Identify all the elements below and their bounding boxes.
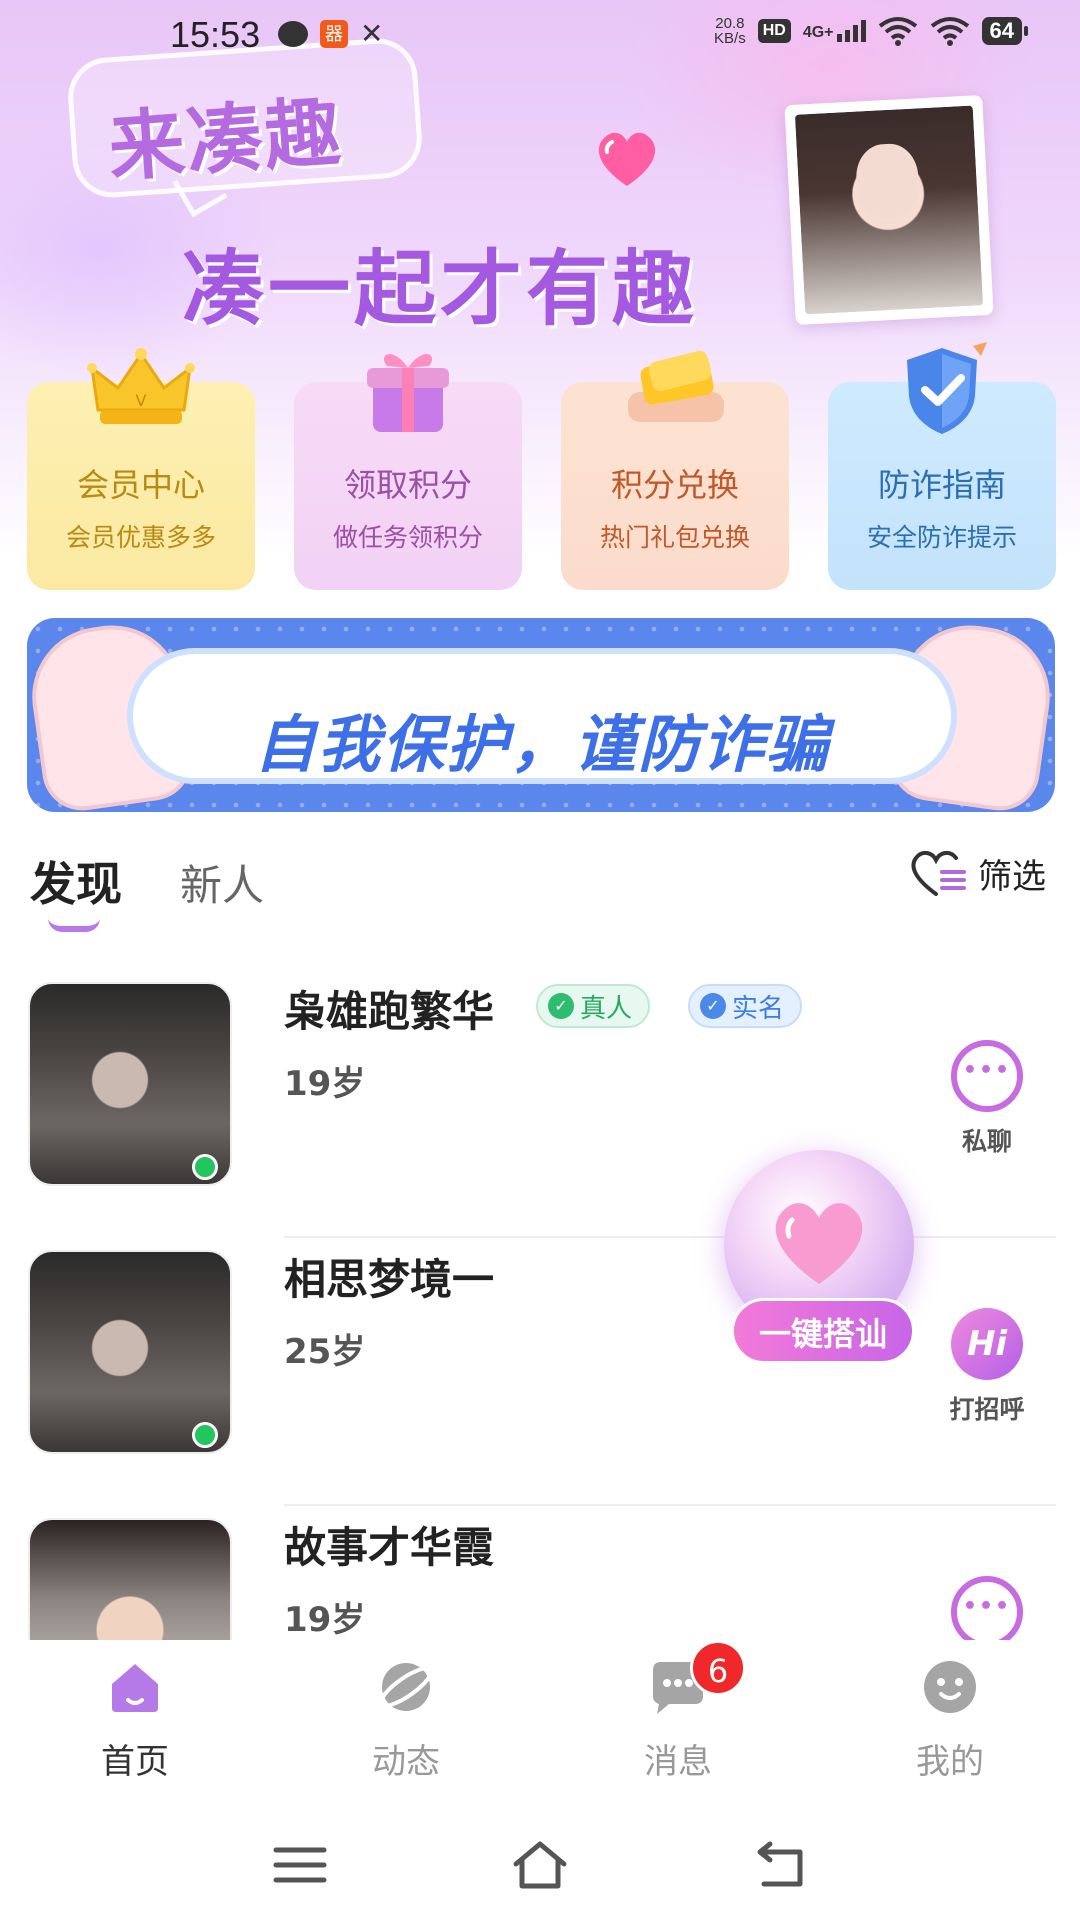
nav-mine[interactable]: 我的 [870, 1656, 1030, 1783]
action-label: 私聊 [961, 1127, 1012, 1156]
tools-icon: ✕ [360, 18, 384, 49]
heart-filter-icon [911, 851, 966, 896]
feature-card-membership[interactable]: V 会员中心 会员优惠多多 [27, 348, 255, 590]
badge-label: 真人 [580, 993, 633, 1024]
feature-subtitle: 会员优惠多多 [65, 523, 216, 552]
online-indicator [192, 1422, 218, 1448]
list-item[interactable]: 枭雄跑繁华 ✓ 真人 ✓ 实名 19岁 私聊 [0, 970, 1080, 1238]
hero-photo-card [784, 94, 994, 326]
svg-text:V: V [136, 391, 147, 410]
filter-button[interactable]: 筛选 [908, 848, 1046, 898]
speed-unit: KB/s [714, 30, 746, 47]
verified-badge: ✓ 实名 [688, 984, 803, 1028]
wifi-icon [878, 17, 917, 46]
heart-icon [775, 1203, 863, 1284]
chat-bubble-icon [951, 1040, 1023, 1112]
feature-title: 积分兑换 [610, 466, 739, 504]
tab-new[interactable]: 新人 [180, 852, 264, 913]
user-name: 故事才华霞 [284, 1523, 495, 1572]
user-age: 19岁 [284, 1064, 366, 1104]
user-age: 25岁 [284, 1332, 366, 1372]
bottom-navigation: 首页 动态 消息 我的 [0, 1640, 1080, 1790]
home-icon [112, 1664, 158, 1712]
wifi-icon [930, 17, 969, 46]
private-chat-button[interactable]: 私聊 [932, 1040, 1042, 1158]
greet-button[interactable]: Hi 打招呼 [932, 1308, 1042, 1426]
private-chat-button[interactable] [932, 1576, 1042, 1640]
feature-subtitle: 安全防诈提示 [866, 523, 1017, 552]
real-person-badge: ✓ 真人 [536, 984, 651, 1028]
feature-title: 会员中心 [76, 466, 205, 504]
home-button-icon[interactable] [510, 1840, 570, 1890]
heart-icon [598, 132, 656, 186]
feature-subtitle: 做任务领积分 [332, 523, 483, 552]
hi-icon: Hi [951, 1308, 1023, 1380]
avatar[interactable] [28, 1518, 232, 1640]
nav-home[interactable]: 首页 [55, 1656, 215, 1783]
status-time: 15:53 [170, 14, 261, 55]
tab-discover[interactable]: 发现 [30, 848, 122, 914]
network-type: 4G+ [802, 24, 834, 41]
app-notification-icon: 器 [320, 20, 348, 48]
check-icon: ✓ [548, 993, 574, 1019]
banner-panel: 自我保护，谨防诈骗 [127, 648, 957, 784]
status-right-icons: 20.8 KB/s HD 4G+ 64 [714, 16, 1029, 46]
system-navigation-bar [0, 1790, 1080, 1920]
banner-text: 自我保护，谨防诈骗 [253, 708, 830, 781]
feature-title: 防诈指南 [877, 466, 1006, 504]
online-indicator [192, 1154, 218, 1180]
back-icon[interactable] [750, 1840, 810, 1890]
nav-label: 我的 [916, 1742, 984, 1782]
quick-chat-button[interactable]: 一键搭讪 [731, 1298, 915, 1364]
status-notification-icons: 器 ✕ [278, 20, 383, 48]
hero-title: 来凑趣 [105, 86, 346, 193]
anti-fraud-banner[interactable]: 自我保护，谨防诈骗 [27, 618, 1055, 812]
menu-icon[interactable] [270, 1840, 330, 1890]
filter-label: 筛选 [978, 856, 1046, 897]
gift-icon [367, 354, 449, 432]
crown-icon: V [87, 348, 195, 424]
action-label: 打招呼 [949, 1395, 1025, 1424]
user-name: 枭雄跑繁华 [284, 987, 495, 1036]
feature-subtitle: 热门礼包兑换 [599, 523, 750, 552]
cellular-signal-icon: 4G+ [803, 20, 866, 42]
coupon-icon [628, 350, 724, 422]
check-icon: ✓ [700, 993, 726, 1019]
user-age: 19岁 [284, 1600, 366, 1640]
planet-icon [378, 1663, 434, 1711]
list-item[interactable]: 故事才华霞 19岁 [0, 1506, 1080, 1640]
nav-label: 动态 [372, 1742, 440, 1782]
list-item[interactable]: 相思梦境一 25岁 Hi 打招呼 [0, 1238, 1080, 1506]
tab-active-indicator [48, 918, 100, 932]
nav-moments[interactable]: 动态 [326, 1656, 486, 1783]
shield-icon [907, 342, 987, 434]
user-name: 相思梦境一 [284, 1255, 495, 1304]
hd-icon: HD [757, 19, 791, 43]
feature-title: 领取积分 [343, 466, 472, 504]
smiley-icon [924, 1661, 976, 1713]
speed-value: 20.8 [715, 15, 745, 32]
feature-card-anti-fraud[interactable]: 防诈指南 安全防诈提示 [828, 342, 1056, 590]
unread-count-badge: 6 [690, 1640, 746, 1696]
feature-card-exchange[interactable]: 积分兑换 热门礼包兑换 [561, 350, 789, 590]
feature-card-points[interactable]: 领取积分 做任务领积分 [294, 354, 522, 590]
battery-icon: 64 [981, 17, 1029, 45]
nav-label: 首页 [101, 1742, 169, 1782]
message-notification-icon [278, 21, 308, 47]
network-speed: 20.8 KB/s [714, 16, 746, 46]
chat-bubble-icon [951, 1576, 1023, 1640]
status-bar: 15:53 器 ✕ 20.8 KB/s HD 4G+ 64 [0, 0, 1080, 72]
badge-label: 实名 [732, 993, 785, 1024]
nav-label: 消息 [644, 1742, 712, 1782]
hero-subtitle: 凑一起才有趣 [182, 242, 699, 337]
user-list[interactable]: 枭雄跑繁华 ✓ 真人 ✓ 实名 19岁 私聊 相思梦境一 25岁 Hi 打招呼 … [0, 960, 1080, 1640]
hero-photo [794, 105, 984, 315]
